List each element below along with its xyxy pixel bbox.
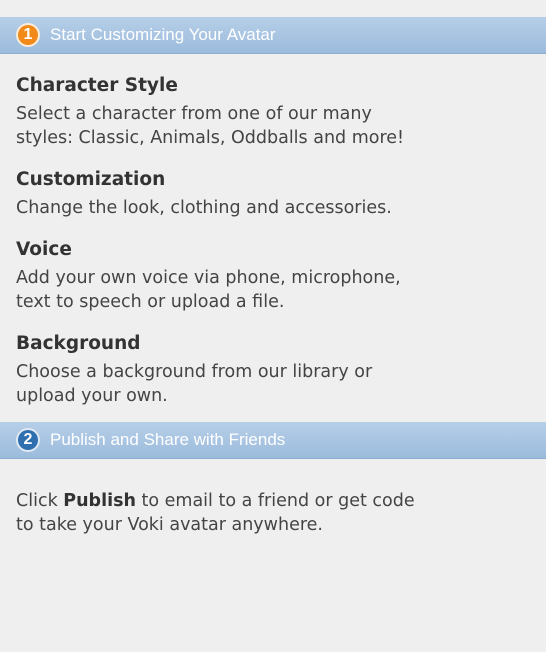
step-2-title: Publish and Share with Friends — [50, 430, 286, 449]
section-desc-line: text to speech or upload a file. — [16, 292, 285, 312]
section-voice: Voice Add your own voice via phone, micr… — [16, 238, 530, 314]
section-desc-line: styles: Classic, Animals, Oddballs and m… — [16, 128, 405, 148]
publish-instructions: Click Publish to email to a friend or ge… — [0, 489, 546, 537]
step-1-header: 1 Start Customizing Your Avatar — [0, 17, 546, 54]
step-2-badge: 2 — [16, 428, 40, 452]
section-desc-line: Add your own voice via phone, microphone… — [16, 268, 401, 288]
publish-line-2: to take your Voki avatar anywhere. — [16, 515, 323, 535]
step-2-header: 2 Publish and Share with Friends — [0, 422, 546, 459]
publish-keyword: Publish — [63, 491, 136, 511]
publish-line-1: Click Publish to email to a friend or ge… — [16, 489, 530, 513]
step-1-badge: 1 — [16, 23, 40, 47]
step-1-title: Start Customizing Your Avatar — [50, 25, 276, 44]
publish-text-post: to email to a friend or get code — [135, 491, 415, 511]
section-title: Voice — [16, 239, 72, 260]
section-customization: Customization Change the look, clothing … — [16, 168, 530, 220]
section-title: Customization — [16, 169, 166, 190]
section-title: Background — [16, 333, 141, 354]
section-desc-line: upload your own. — [16, 386, 168, 406]
section-desc-line: Select a character from one of our many — [16, 104, 372, 124]
section-character-style: Character Style Select a character from … — [16, 74, 530, 150]
section-desc-line: Change the look, clothing and accessorie… — [16, 198, 392, 218]
section-background: Background Choose a background from our … — [16, 332, 530, 408]
avatar-steps-panel: 1 Start Customizing Your Avatar Characte… — [0, 17, 546, 652]
customization-sections: Character Style Select a character from … — [0, 54, 546, 422]
publish-text-pre: Click — [16, 491, 64, 511]
section-title: Character Style — [16, 75, 178, 96]
section-desc-line: Choose a background from our library or — [16, 362, 373, 382]
